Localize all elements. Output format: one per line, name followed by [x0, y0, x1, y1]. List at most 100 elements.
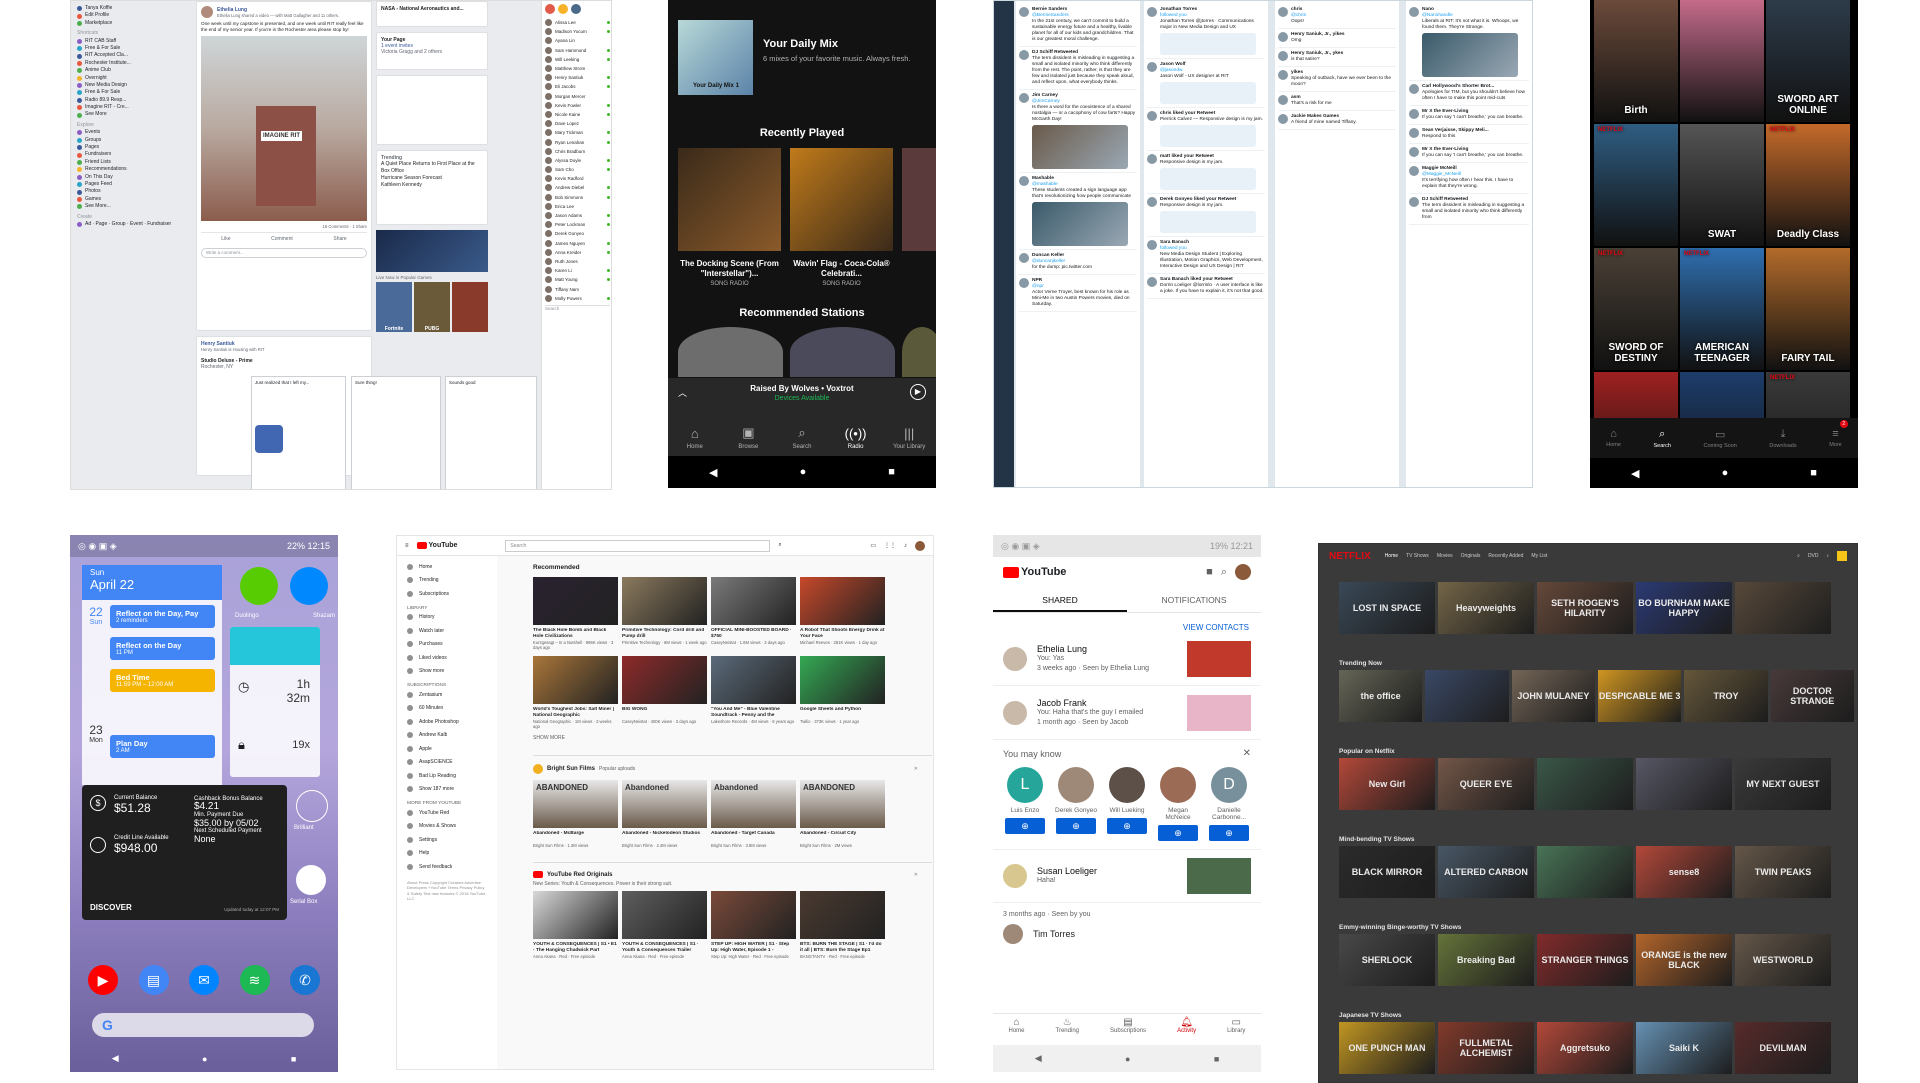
home-button-icon[interactable]: ●	[1722, 467, 1729, 479]
avatar[interactable]	[1409, 166, 1419, 176]
nav-home[interactable]: ⌂ Home	[670, 426, 720, 450]
title-tile[interactable]: BLACK MIRROR	[1339, 846, 1435, 898]
sidebar-item[interactable]: Home	[407, 560, 487, 574]
sidebar-item[interactable]: Watch later	[407, 624, 487, 638]
video-title[interactable]: OFFICIAL MINI-BOOSTED BOARD · $750	[711, 628, 796, 640]
avatar[interactable]	[1235, 564, 1251, 580]
station-card[interactable]	[790, 327, 895, 377]
video-card[interactable]: Primitive Technology: Cord drill and Pum…	[622, 577, 707, 650]
video-upload-icon[interactable]: ▭	[870, 542, 876, 549]
sidebar-item[interactable]: See More...	[77, 203, 185, 210]
channel-avatar[interactable]	[533, 764, 543, 774]
video-thumbnail[interactable]	[800, 656, 885, 704]
video-thumbnail[interactable]	[711, 891, 796, 939]
youtube-logo[interactable]: YouTube	[416, 542, 457, 549]
chat-contact[interactable]: Nicole Kaine	[545, 110, 610, 119]
video-thumbnail[interactable]	[622, 656, 707, 704]
sidebar-item[interactable]: Help	[407, 847, 487, 861]
sidebar-item[interactable]: Anime Club	[77, 67, 185, 74]
sidebar-item[interactable]: Free & For Sale	[77, 45, 185, 52]
chat-contact[interactable]: Matt Young	[545, 275, 610, 284]
tweet[interactable]: Mashable @mashable These students created …	[1019, 173, 1137, 250]
sidebar-item[interactable]: Movies & Shows	[407, 820, 487, 834]
video-thumbnail[interactable]	[622, 891, 707, 939]
youtube-logo[interactable]: YouTube	[1003, 566, 1066, 578]
add-contact-button[interactable]: ⊕	[1005, 818, 1045, 834]
tweet[interactable]: Sara Banach liked your Retweet Dorrin Loe…	[1147, 274, 1265, 299]
back-icon[interactable]: ◀	[1035, 1053, 1042, 1064]
avatar[interactable]	[1409, 109, 1419, 119]
trending-item[interactable]: Kathleen Kennedy	[381, 182, 483, 189]
avatar[interactable]	[1278, 114, 1288, 124]
sidebar-item[interactable]: Radio 89.9 Resp...	[77, 97, 185, 104]
video-card[interactable]: "You And Me" - Blue Valentine Soundtrack…	[711, 656, 796, 729]
title-tile[interactable]: DOCTOR STRANGE	[1770, 670, 1854, 722]
title-tile[interactable]: DEVILMAN	[1735, 1022, 1831, 1074]
video-title[interactable]: BIG WONG	[622, 707, 707, 719]
tweet[interactable]: Bernie Sanders @BernieSanders In the 21st …	[1019, 4, 1137, 47]
tab-notifications[interactable]: NOTIFICATIONS	[1127, 587, 1261, 612]
tab-shared[interactable]: SHARED	[993, 587, 1127, 612]
suggested-contact[interactable]: L Luis Enzo ⊕	[1003, 767, 1047, 841]
game-tile[interactable]: PUBG	[414, 282, 450, 332]
tweet[interactable]: Jonathan Torres followed you Jonathan Torr…	[1147, 4, 1265, 59]
nav-search[interactable]: ⌕ Search	[777, 425, 827, 450]
title-tile[interactable]: LOST IN SPACE	[1339, 582, 1435, 634]
trending-item[interactable]: Hurricane Season Forecast	[381, 175, 483, 182]
chat-contact[interactable]: Chris Bradburn	[545, 147, 610, 156]
chat-contact[interactable]: Ryan Lenahan	[545, 137, 610, 146]
nav-subscriptions[interactable]: ▤ Subscriptions	[1110, 1017, 1146, 1045]
avatar[interactable]	[1837, 551, 1847, 561]
chat-contact[interactable]: Madison Yocum	[545, 27, 610, 36]
tweet[interactable]: Mr X the Ever-Living If you can say 'I ca…	[1409, 144, 1529, 163]
sidebar-item[interactable]: AsapSCIENCE	[407, 756, 487, 770]
recent-card[interactable]: The Docking Scene (From "Interstellar").…	[678, 148, 781, 287]
calendar-widget-header[interactable]: Sun April 22	[82, 565, 222, 600]
youtube-icon[interactable]: ▶	[88, 965, 118, 995]
sidebar-item[interactable]: Subscriptions	[407, 587, 487, 601]
recent-card[interactable]	[902, 148, 936, 251]
video-card[interactable]: Abandoned Abandoned - Target Canada Bright…	[711, 780, 796, 848]
chat-contact[interactable]: Andrew Diebel	[545, 183, 610, 192]
sidebar-item[interactable]: RIT CAB Staff	[77, 38, 185, 45]
chat-contact[interactable]: Kevin Fowler	[545, 101, 610, 110]
chat-window[interactable]: Sure thing!	[351, 376, 441, 489]
duolingo-icon[interactable]	[240, 567, 278, 605]
tweet[interactable]: Nano @Nanohandle Liberals at RIT: It's not…	[1409, 4, 1529, 81]
title-tile[interactable]: QUEER EYE	[1438, 758, 1534, 810]
tweet[interactable]: Henry Saniuk, Jr., yikes Omg	[1278, 29, 1396, 48]
back-icon[interactable]: ◀	[112, 1053, 119, 1064]
chat-contact[interactable]: Henry Santiuk	[545, 73, 610, 82]
title-tile[interactable]: Aggretsuko	[1537, 1022, 1633, 1074]
suggested-contact[interactable]: Will Lueking ⊕	[1105, 767, 1149, 841]
tweet[interactable]: yikes Speaking of outback, have we ever b…	[1278, 67, 1396, 92]
video-title[interactable]: Abandoned - McBarge	[533, 831, 618, 843]
sidebar-item[interactable]: On This Day	[77, 174, 185, 181]
chat-contact[interactable]: Matthew Strom	[545, 64, 610, 73]
chat-contact[interactable]: Tiffany Nam	[545, 284, 610, 293]
sidebar-item[interactable]: Bad Lip Reading	[407, 769, 487, 783]
calendar-event[interactable]: Plan Day 2 AM	[110, 735, 215, 758]
title-tile[interactable]: SETH ROGEN'S HILARITY	[1537, 582, 1633, 634]
avatar[interactable]	[1019, 176, 1029, 186]
comment-input[interactable]: Write a comment...	[201, 248, 367, 258]
home-button-icon[interactable]: ●	[800, 466, 807, 478]
sidebar-item[interactable]: Zentasium	[407, 688, 487, 702]
event-item[interactable]: Victoria Gragg and 2 others	[381, 49, 483, 55]
tweet[interactable]: DJ Schiff Retweeted The term dissident is…	[1409, 194, 1529, 225]
chat-contact[interactable]: Kevin Radford	[545, 174, 610, 183]
page-card[interactable]: NASA - National Aeronautics and...	[376, 1, 488, 27]
nav-home[interactable]: ⌂ Home	[1606, 428, 1621, 448]
shazam-icon[interactable]	[290, 567, 328, 605]
avatar[interactable]	[1019, 50, 1029, 60]
video-title[interactable]: Abandoned - Nickelodeon Studios	[622, 831, 707, 843]
sidebar-item[interactable]: Edit Profile	[77, 12, 185, 19]
post-video[interactable]: IMAGINE RIT	[201, 36, 367, 221]
suggested-contact[interactable]: Derek Gonyeo ⊕	[1054, 767, 1098, 841]
sidebar-item[interactable]: Marketplace	[77, 20, 185, 27]
chat-contact[interactable]: Eli Jacobs	[545, 82, 610, 91]
avatar[interactable]	[1278, 51, 1288, 61]
video-card[interactable]: YOUTH & CONSEQUENCES | S1 · Youth & Cons…	[622, 891, 707, 959]
close-icon[interactable]: ✕	[1243, 748, 1251, 759]
poster[interactable]: FAIRY TAIL	[1766, 248, 1850, 370]
